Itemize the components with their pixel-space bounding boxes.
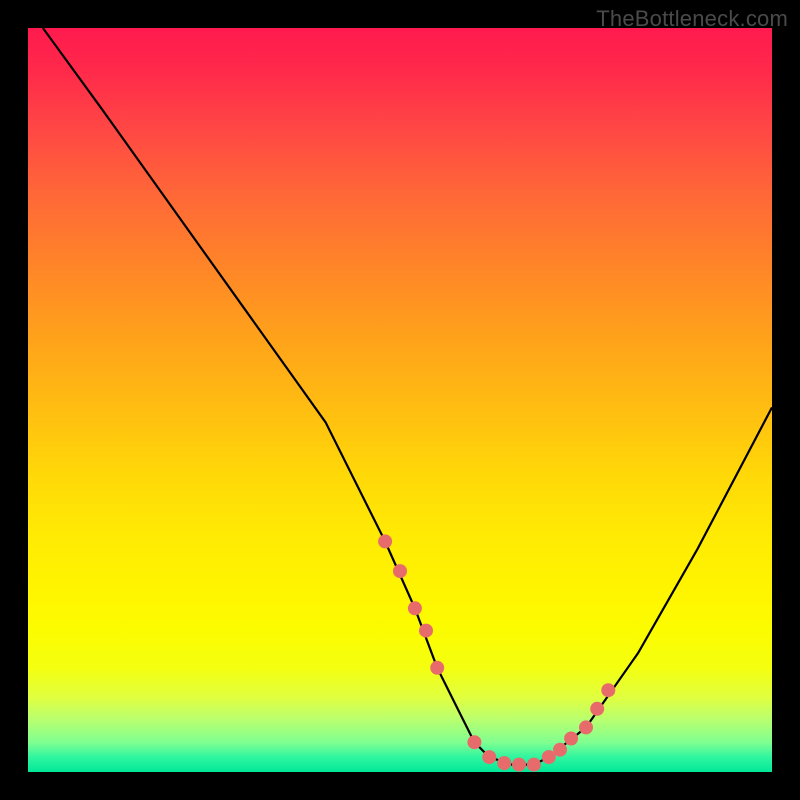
highlight-dot xyxy=(393,564,407,578)
highlight-dot xyxy=(430,661,444,675)
highlight-dots xyxy=(378,534,615,771)
bottleneck-curve xyxy=(43,28,772,765)
highlight-dot xyxy=(527,758,541,772)
highlight-dot xyxy=(564,732,578,746)
highlight-dot xyxy=(408,601,422,615)
highlight-dot xyxy=(590,702,604,716)
highlight-dot xyxy=(482,750,496,764)
chart-svg xyxy=(28,28,772,772)
highlight-dot xyxy=(378,534,392,548)
highlight-dot xyxy=(601,683,615,697)
highlight-dot xyxy=(579,720,593,734)
watermark-text: TheBottleneck.com xyxy=(596,6,788,32)
plot-area xyxy=(28,28,772,772)
highlight-dot xyxy=(512,758,526,772)
highlight-dot xyxy=(467,735,481,749)
highlight-dot xyxy=(553,743,567,757)
highlight-dot xyxy=(419,624,433,638)
highlight-dot xyxy=(497,756,511,770)
